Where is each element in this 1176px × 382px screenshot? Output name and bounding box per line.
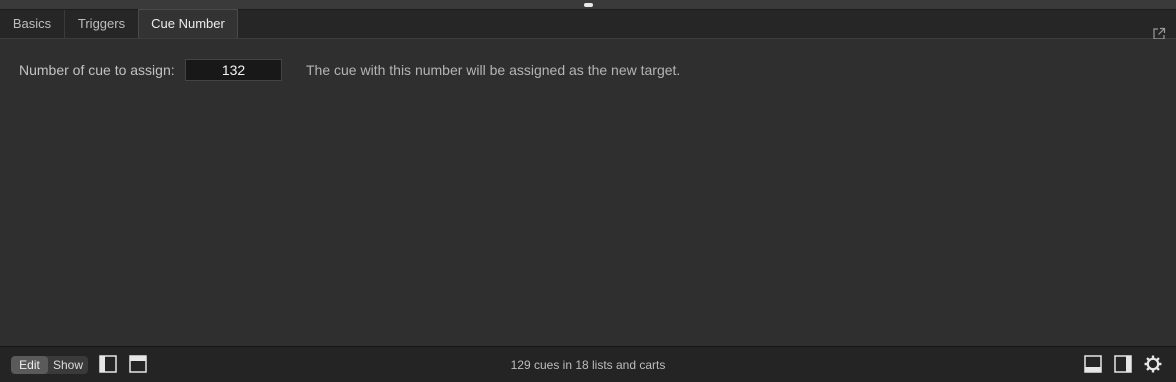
cue-count-status: 129 cues in 18 lists and carts	[510, 358, 666, 372]
bottom-panel-icon[interactable]	[1084, 355, 1102, 373]
cue-number-help-text: The cue with this number will be assigne…	[306, 62, 681, 78]
cue-number-input[interactable]	[185, 59, 282, 81]
cue-number-label: Number of cue to assign:	[19, 62, 175, 78]
tab-cue-number[interactable]: Cue Number	[138, 9, 238, 38]
right-sidebar-icon[interactable]	[1114, 355, 1132, 373]
tab-triggers[interactable]: Triggers	[65, 10, 139, 38]
cue-number-panel: Number of cue to assign: The cue with th…	[0, 39, 1176, 346]
gear-icon[interactable]	[1144, 355, 1162, 373]
tab-basics[interactable]: Basics	[0, 10, 65, 38]
inspector-tab-bar: Basics Triggers Cue Number	[0, 9, 1176, 40]
status-bar: Edit Show 129 cues in 18 lists and carts	[0, 346, 1176, 382]
cue-inspector-window: Basics Triggers Cue Number Number of cue…	[0, 0, 1176, 382]
drag-handle[interactable]	[584, 3, 593, 7]
